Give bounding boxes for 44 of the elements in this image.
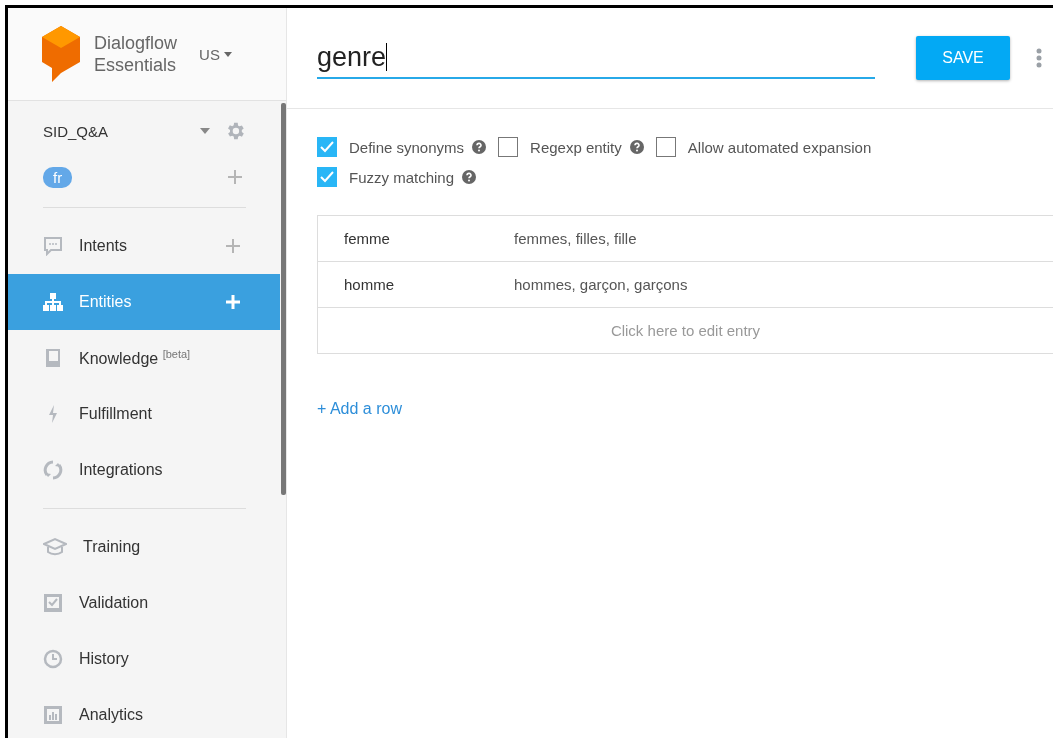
checkbox[interactable] <box>498 137 519 157</box>
nav-item[interactable]: Validation <box>8 575 280 631</box>
nav-item[interactable]: History <box>8 631 280 687</box>
region-dropdown[interactable]: US <box>199 45 232 63</box>
sync-icon <box>43 459 63 481</box>
add-icon[interactable] <box>226 239 240 253</box>
help-icon[interactable] <box>629 140 644 154</box>
checkbox-label: Define synonyms <box>349 138 465 156</box>
nav-item[interactable]: Intents <box>8 218 280 274</box>
dialogflow-logo <box>40 24 82 84</box>
help-icon[interactable] <box>462 170 477 184</box>
checked-box-icon <box>43 593 63 613</box>
checkbox-label: Fuzzy matching <box>349 168 455 186</box>
bar-chart-icon <box>43 705 63 725</box>
checkbox[interactable] <box>317 167 337 187</box>
nav-item[interactable]: Fulfillment <box>8 386 280 442</box>
nav-item[interactable]: Integrations <box>8 442 280 498</box>
chat-icon <box>43 236 63 256</box>
entry-value[interactable]: homme <box>318 276 514 293</box>
entry-value[interactable]: femme <box>318 230 514 247</box>
clock-icon <box>43 649 63 669</box>
entry-synonyms[interactable]: femmes, filles, fille <box>514 230 637 247</box>
nav-item[interactable]: Knowledge $^{[beta]}$ <box>8 330 280 386</box>
add-row-link[interactable]: + Add a row <box>317 400 402 418</box>
entry-synonyms[interactable]: hommes, garçon, garçons <box>514 276 688 293</box>
checkbox-label: Allow automated expansion <box>687 138 872 156</box>
entity-name-field[interactable]: genre <box>317 41 875 79</box>
checkbox[interactable] <box>317 137 337 157</box>
book-icon <box>43 348 63 368</box>
brand-name: Essentials <box>94 54 178 76</box>
brand-name: Dialogflow <box>94 32 178 54</box>
nav-item[interactable]: Training <box>8 519 280 575</box>
add-icon[interactable] <box>228 170 242 184</box>
scrollbar[interactable] <box>281 103 286 495</box>
checkbox[interactable] <box>655 137 676 157</box>
help-icon[interactable] <box>472 140 487 154</box>
graduation-cap-icon <box>43 537 67 557</box>
nav-item[interactable]: Analytics <box>8 687 280 738</box>
checkbox-label: Regexp entity <box>530 138 622 156</box>
more-icon[interactable] <box>1036 48 1042 68</box>
hierarchy-icon <box>43 292 63 312</box>
caret-icon <box>223 51 232 57</box>
caret-icon[interactable] <box>200 128 210 134</box>
project-name[interactable]: SID_Q&A <box>43 122 200 140</box>
